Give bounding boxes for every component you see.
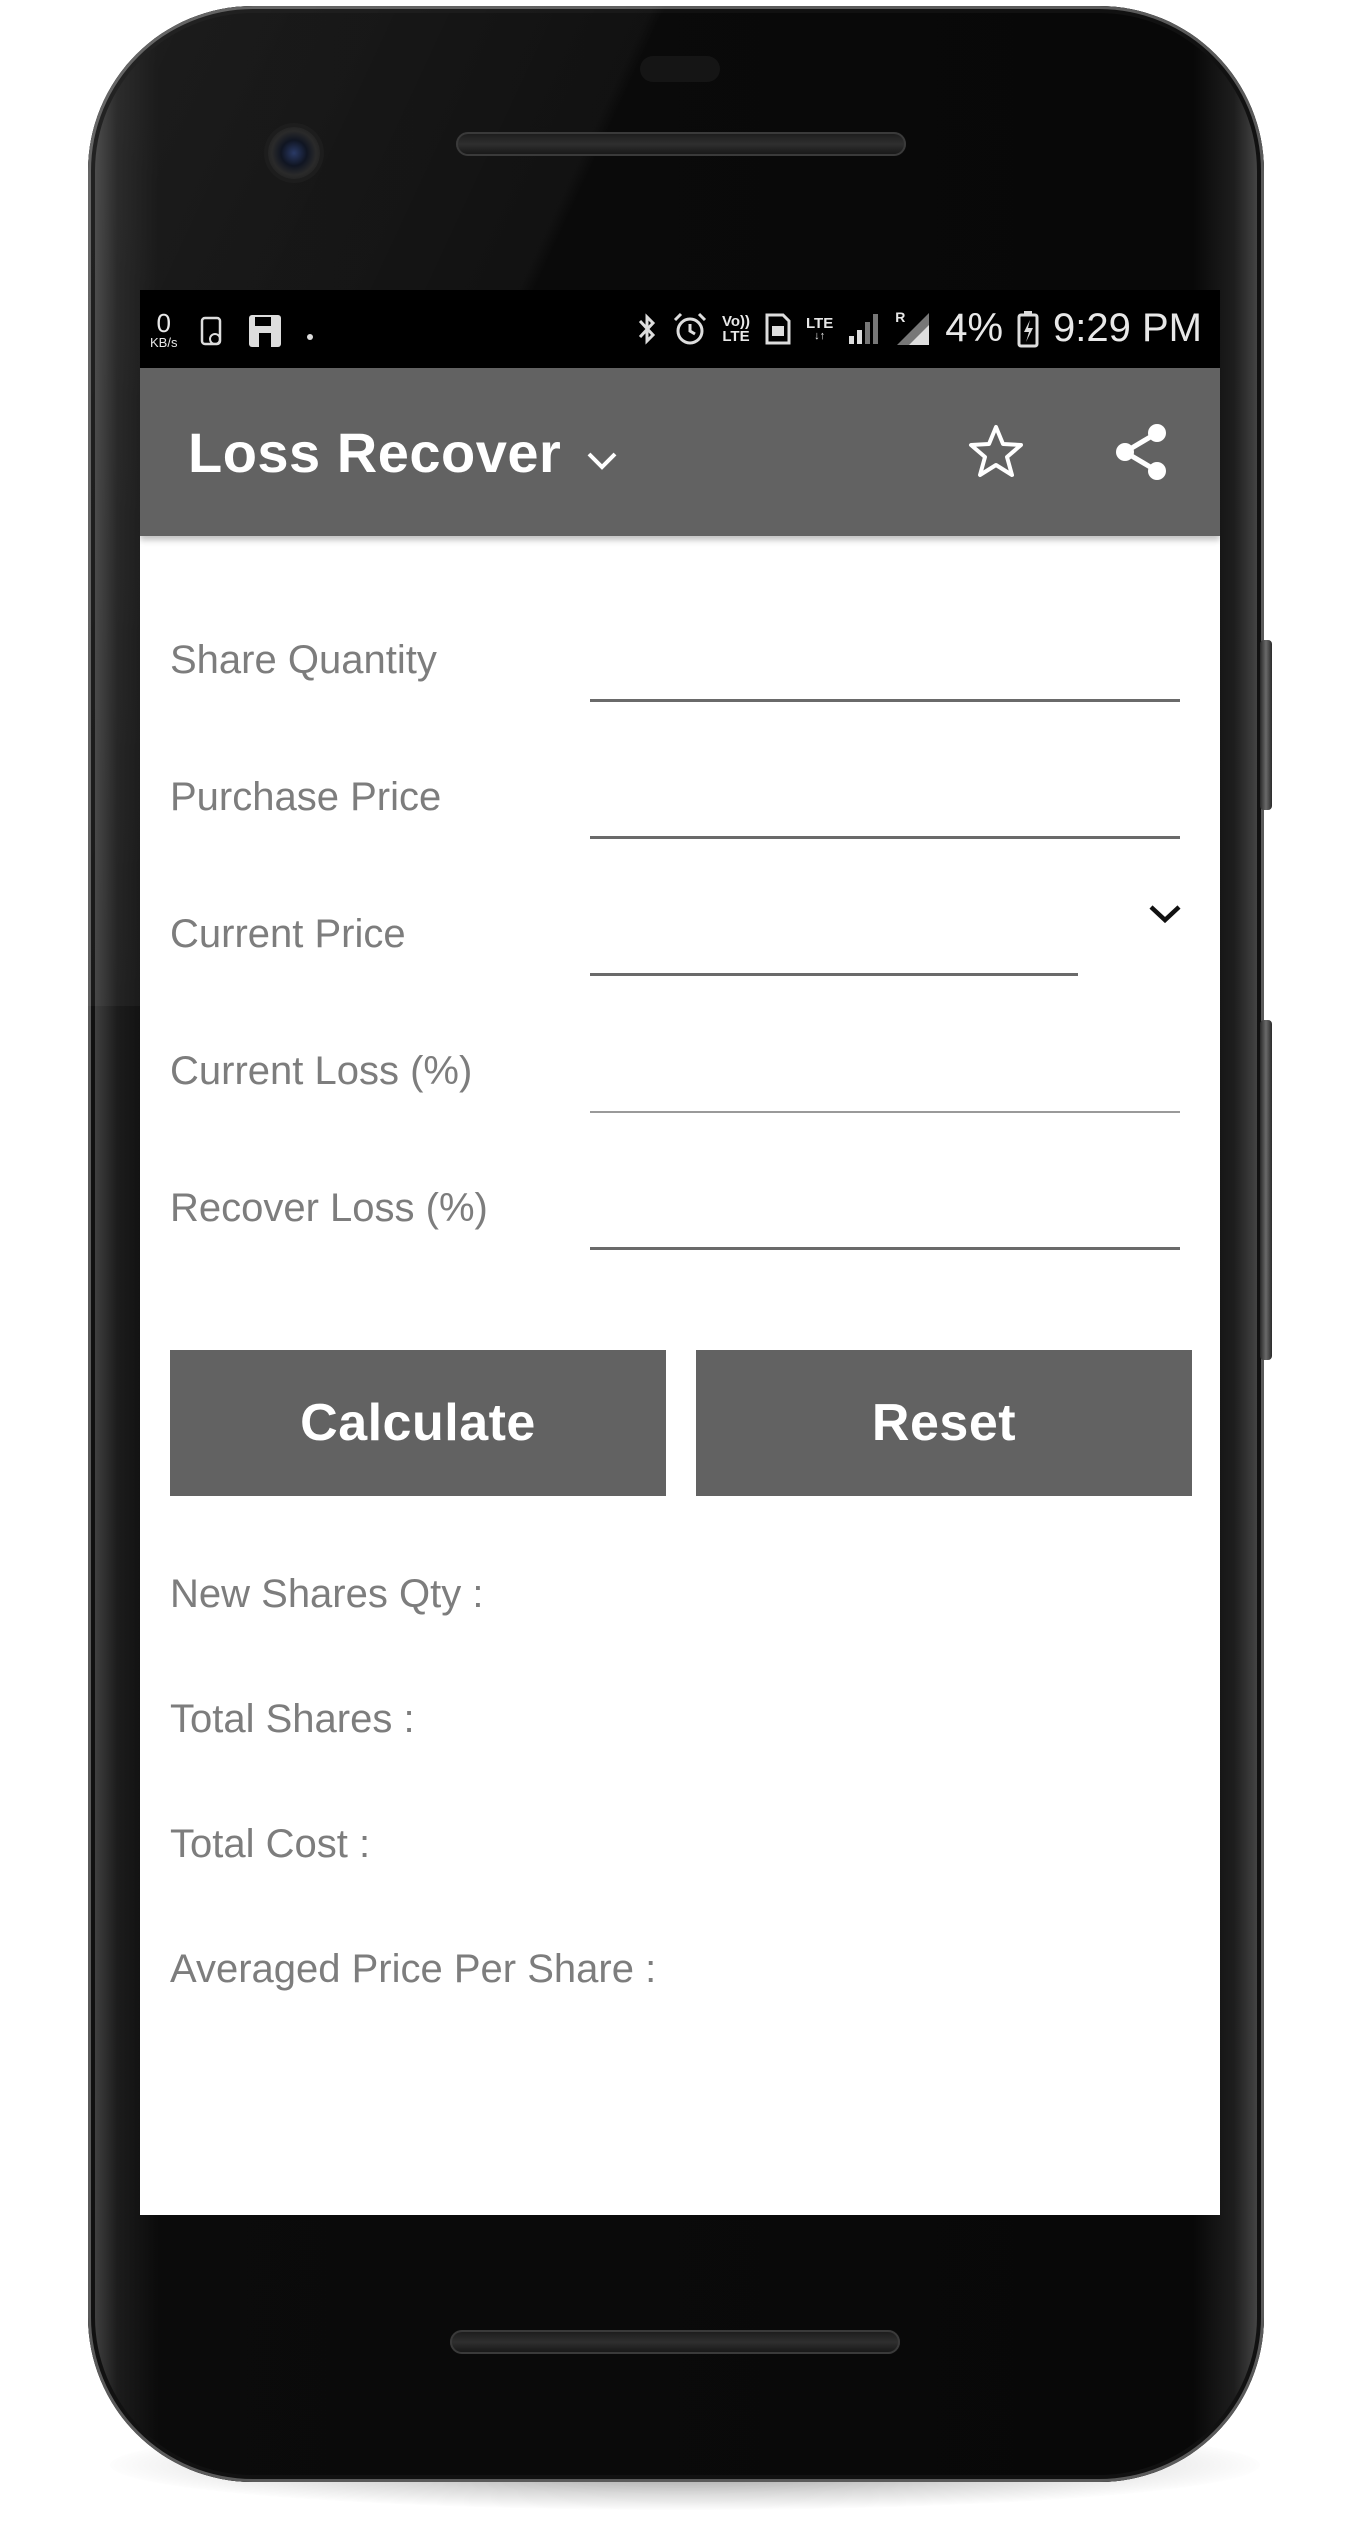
clock: 9:29 PM	[1053, 306, 1202, 350]
current-price-input[interactable]	[590, 904, 1078, 976]
current-price-dropdown-button[interactable]	[1135, 886, 1195, 946]
volte-label-top: Vo))	[721, 312, 750, 330]
current-loss-label: Current Loss (%)	[170, 1049, 473, 1093]
lte-icon: LTE ↓↑	[806, 316, 833, 342]
data-arrows-icon: ↓↑	[814, 329, 826, 342]
purchase-price-label: Purchase Price	[170, 775, 442, 819]
favorite-button[interactable]	[960, 418, 1032, 490]
earpiece-speaker	[456, 132, 906, 156]
volte-label-bottom: LTE	[722, 327, 750, 345]
screenshot-icon	[199, 315, 225, 349]
app-bar: Loss Recover	[140, 368, 1220, 536]
app-screen: 0 KB/s Vo)) LTE LTE ↓↑ R 4% 9:29 PM Loss…	[140, 290, 1220, 2215]
device-mockup: 0 KB/s Vo)) LTE LTE ↓↑ R 4% 9:29 PM Loss…	[0, 0, 1370, 2534]
recover-loss-row: Recover Loss (%)	[170, 1138, 1190, 1268]
purchase-price-row: Purchase Price	[170, 727, 1190, 857]
signal-icon	[847, 312, 881, 346]
bluetooth-icon	[636, 311, 658, 347]
current-loss-row: Current Loss (%)	[170, 1001, 1190, 1131]
app-title-dropdown[interactable]: Loss Recover	[188, 420, 619, 485]
sim-card-icon	[764, 312, 792, 346]
network-speed-value: 0	[156, 308, 171, 338]
share-button[interactable]	[1105, 418, 1177, 490]
status-left: 0 KB/s	[150, 310, 315, 349]
total-cost-label: Total Cost :	[170, 1822, 371, 1866]
share-quantity-row: Share Quantity	[170, 590, 1190, 720]
calculate-button[interactable]: Calculate	[170, 1350, 666, 1496]
power-button	[1260, 640, 1272, 810]
alarm-icon	[672, 311, 708, 347]
battery-charging-icon	[1017, 310, 1039, 348]
volte-icon: Vo)) LTE	[722, 314, 750, 344]
save-notification-icon	[247, 313, 283, 349]
status-bar: 0 KB/s Vo)) LTE LTE ↓↑ R 4% 9:29 PM	[140, 290, 1220, 368]
battery-percent: 4%	[945, 306, 1004, 350]
total-shares-label: Total Shares :	[170, 1697, 415, 1741]
volume-button	[1260, 1020, 1272, 1360]
share-quantity-input[interactable]	[590, 630, 1180, 702]
averaged-price-label: Averaged Price Per Share :	[170, 1947, 657, 1991]
share-icon	[1111, 421, 1171, 488]
roaming-signal-icon: R	[895, 308, 931, 347]
network-speed-unit: KB/s	[150, 335, 178, 350]
purchase-price-input[interactable]	[590, 767, 1180, 839]
share-quantity-label: Share Quantity	[170, 638, 437, 682]
bottom-speaker	[450, 2330, 900, 2354]
front-camera	[268, 127, 320, 179]
chevron-down-icon	[585, 420, 619, 485]
status-right: Vo)) LTE LTE ↓↑ R 4% 9:29 PM	[636, 306, 1202, 351]
current-price-label: Current Price	[170, 912, 406, 956]
app-title: Loss Recover	[188, 421, 562, 484]
recover-loss-label: Recover Loss (%)	[170, 1186, 488, 1230]
more-notifications-dot-icon	[305, 313, 315, 349]
current-price-row: Current Price	[170, 864, 1190, 994]
chevron-down-icon	[1147, 903, 1183, 930]
network-speed: 0 KB/s	[150, 310, 177, 349]
current-loss-input[interactable]	[590, 1041, 1180, 1113]
roaming-label: R	[895, 308, 906, 325]
lte-label: LTE	[806, 314, 834, 332]
proximity-sensor	[640, 56, 720, 82]
reset-button[interactable]: Reset	[696, 1350, 1192, 1496]
star-outline-icon	[966, 422, 1026, 487]
recover-loss-input[interactable]	[590, 1178, 1180, 1250]
new-shares-qty-label: New Shares Qty :	[170, 1572, 484, 1616]
